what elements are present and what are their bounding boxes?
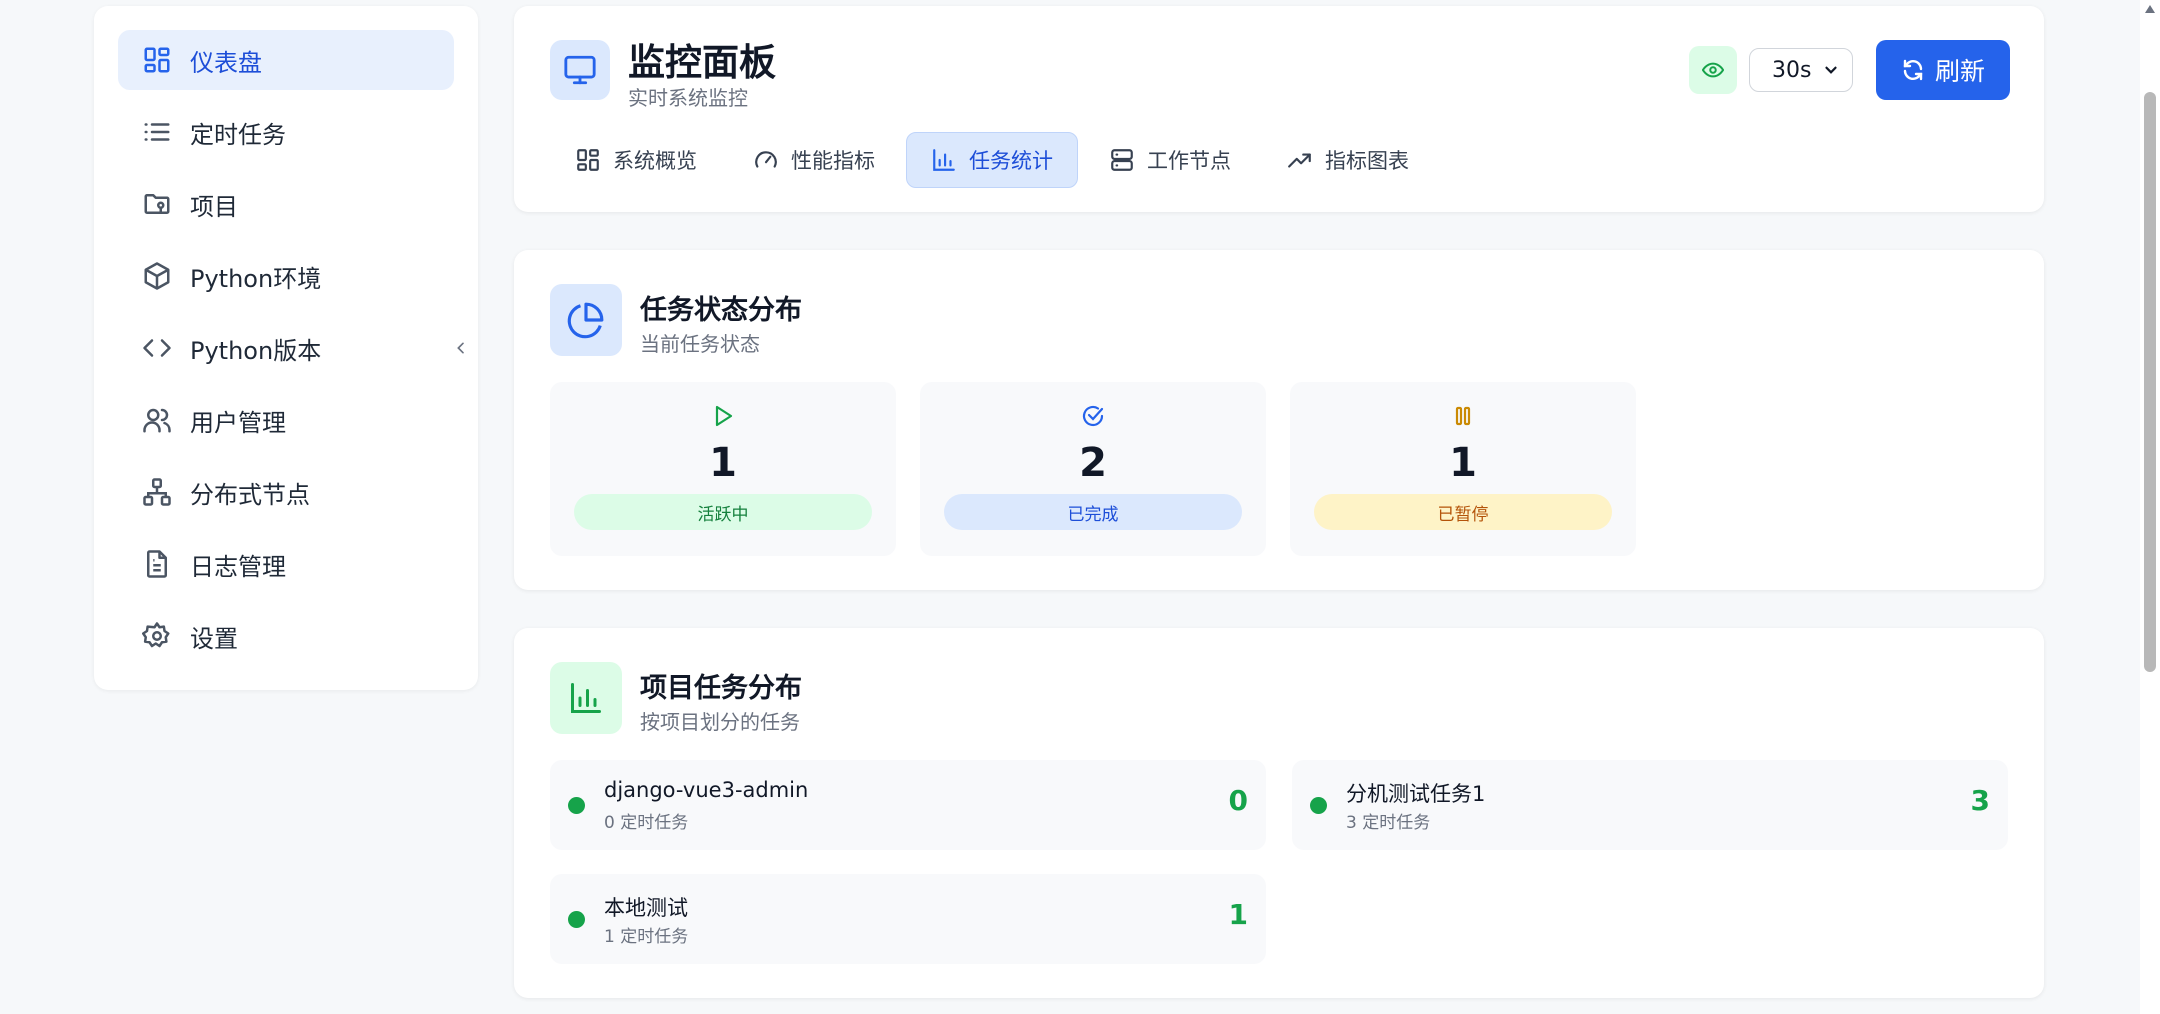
monitor-icon bbox=[550, 40, 610, 100]
trending-up-icon bbox=[1288, 153, 1311, 168]
gear-icon bbox=[142, 622, 170, 648]
project-task-count: 1 bbox=[1228, 898, 1248, 931]
project-task-count: 0 bbox=[1228, 784, 1248, 817]
file-text-icon bbox=[147, 550, 167, 578]
sidebar-item-label: 用户管理 bbox=[190, 408, 286, 437]
status-badge: 活跃中 bbox=[574, 494, 872, 530]
server-icon bbox=[1111, 149, 1133, 171]
status-dot bbox=[568, 911, 585, 928]
play-icon bbox=[715, 405, 733, 427]
sidebar-item-label: 日志管理 bbox=[190, 552, 286, 581]
sidebar-item-dashboard[interactable]: 仪表盘 bbox=[118, 30, 454, 90]
tab-label: 系统概览 bbox=[613, 149, 697, 173]
refresh-interval-select[interactable]: 30s bbox=[1749, 48, 1853, 92]
chevron-down-icon bbox=[1825, 66, 1837, 74]
stat-count: 1 bbox=[1449, 440, 1477, 486]
tab-label: 指标图表 bbox=[1325, 149, 1409, 173]
sidebar-item-logs[interactable]: 日志管理 bbox=[118, 534, 454, 594]
refresh-button-label: 刷新 bbox=[1934, 57, 1985, 86]
refresh-icon bbox=[1903, 59, 1923, 81]
page-title: 监控面板 bbox=[628, 41, 776, 84]
pause-icon bbox=[1455, 406, 1471, 426]
project-tasks-card: 项目任务分布 按项目划分的任务 django-vue3-admin 0 定时任务… bbox=[514, 628, 2044, 998]
bar-chart-icon bbox=[550, 662, 622, 734]
monitor-tabs: 系统概览 性能指标 任务统计 工作节点 指标图表 bbox=[550, 132, 1434, 188]
chevron-left-icon bbox=[457, 342, 464, 354]
sidebar-item-distributed-nodes[interactable]: 分布式节点 bbox=[118, 462, 454, 522]
dashboard-icon bbox=[144, 47, 170, 73]
task-status-title: 任务状态分布 bbox=[640, 295, 802, 326]
list-item: 分机测试任务1 3 定时任务 3 bbox=[1292, 760, 2008, 850]
tab-label: 任务统计 bbox=[969, 149, 1053, 173]
stat-active: 1 活跃中 bbox=[550, 382, 896, 556]
tab-label: 工作节点 bbox=[1147, 149, 1231, 173]
status-badge: 已完成 bbox=[944, 494, 1242, 530]
users-icon bbox=[143, 408, 171, 433]
sidebar-item-label: Python版本 bbox=[190, 336, 322, 365]
tab-label: 性能指标 bbox=[791, 149, 875, 173]
stat-count: 1 bbox=[709, 440, 737, 486]
bar-chart-icon bbox=[933, 149, 955, 171]
stat-paused: 1 已暂停 bbox=[1290, 382, 1636, 556]
sidebar-item-label: 设置 bbox=[190, 624, 238, 653]
task-status-card: 任务状态分布 当前任务状态 1 活跃中 2 已完成 1 已暂停 bbox=[514, 250, 2044, 590]
tab-metric-charts[interactable]: 指标图表 bbox=[1262, 132, 1434, 188]
pie-chart-icon bbox=[550, 284, 622, 356]
box-icon bbox=[144, 262, 170, 290]
tab-task-stats[interactable]: 任务统计 bbox=[906, 132, 1078, 188]
stat-count: 2 bbox=[1079, 440, 1107, 486]
tab-worker-nodes[interactable]: 工作节点 bbox=[1084, 132, 1256, 188]
scrollbar-thumb[interactable] bbox=[2144, 92, 2156, 672]
project-task-count-text: 0 定时任务 bbox=[604, 813, 689, 833]
project-task-count-text: 1 定时任务 bbox=[604, 927, 689, 947]
status-dot bbox=[1310, 797, 1327, 814]
refresh-button[interactable]: 刷新 bbox=[1876, 40, 2010, 100]
sidebar-item-settings[interactable]: 设置 bbox=[118, 606, 454, 666]
tab-performance[interactable]: 性能指标 bbox=[728, 132, 900, 188]
eye-icon bbox=[1702, 62, 1724, 78]
tab-system-overview[interactable]: 系统概览 bbox=[550, 132, 722, 188]
project-name: django-vue3-admin bbox=[604, 778, 809, 802]
sidebar-item-users[interactable]: 用户管理 bbox=[118, 390, 454, 450]
list-icon bbox=[144, 123, 170, 141]
sidebar-collapse-button[interactable] bbox=[446, 330, 476, 366]
grid-icon bbox=[577, 149, 599, 171]
page-scrollbar[interactable] bbox=[2140, 0, 2160, 1014]
gauge-icon bbox=[755, 151, 777, 168]
folder-icon bbox=[144, 194, 170, 214]
project-task-count: 3 bbox=[1970, 784, 1990, 817]
project-tasks-title: 项目任务分布 bbox=[640, 673, 802, 704]
status-badge: 已暂停 bbox=[1314, 494, 1612, 530]
sidebar-item-label: 定时任务 bbox=[190, 120, 286, 149]
monitor-header-card: 监控面板 实时系统监控 30s 刷新 系统概览 性能指标 任务统计 工作节点 指… bbox=[514, 6, 2044, 212]
list-item: 本地测试 1 定时任务 1 bbox=[550, 874, 1266, 964]
sidebar-item-label: 项目 bbox=[190, 192, 238, 221]
stat-completed: 2 已完成 bbox=[920, 382, 1266, 556]
sidebar-item-label: 仪表盘 bbox=[190, 48, 262, 77]
sidebar-item-label: Python环境 bbox=[190, 264, 322, 293]
project-name: 本地测试 bbox=[604, 896, 688, 920]
list-item: django-vue3-admin 0 定时任务 0 bbox=[550, 760, 1266, 850]
task-status-subtitle: 当前任务状态 bbox=[640, 332, 760, 356]
sidebar-item-projects[interactable]: 项目 bbox=[118, 174, 454, 234]
sidebar-item-scheduled-tasks[interactable]: 定时任务 bbox=[118, 102, 454, 162]
refresh-interval-value: 30s bbox=[1772, 57, 1812, 83]
page-subtitle: 实时系统监控 bbox=[628, 86, 748, 110]
sidebar-item-python-env[interactable]: Python环境 bbox=[118, 246, 454, 306]
check-circle-icon bbox=[1082, 405, 1104, 427]
network-icon bbox=[143, 478, 171, 506]
project-name: 分机测试任务1 bbox=[1346, 782, 1486, 806]
sidebar-item-python-version[interactable]: Python版本 bbox=[118, 318, 454, 378]
project-task-count-text: 3 定时任务 bbox=[1346, 813, 1431, 833]
visibility-toggle-button[interactable] bbox=[1689, 46, 1737, 94]
scroll-up-icon[interactable] bbox=[2144, 4, 2156, 14]
sidebar: 仪表盘 定时任务 项目 Python环境 Python版本 用户管理 分布式节点… bbox=[94, 6, 478, 690]
status-dot bbox=[568, 797, 585, 814]
code-icon bbox=[143, 339, 171, 357]
project-tasks-subtitle: 按项目划分的任务 bbox=[640, 710, 800, 734]
sidebar-item-label: 分布式节点 bbox=[190, 480, 310, 509]
